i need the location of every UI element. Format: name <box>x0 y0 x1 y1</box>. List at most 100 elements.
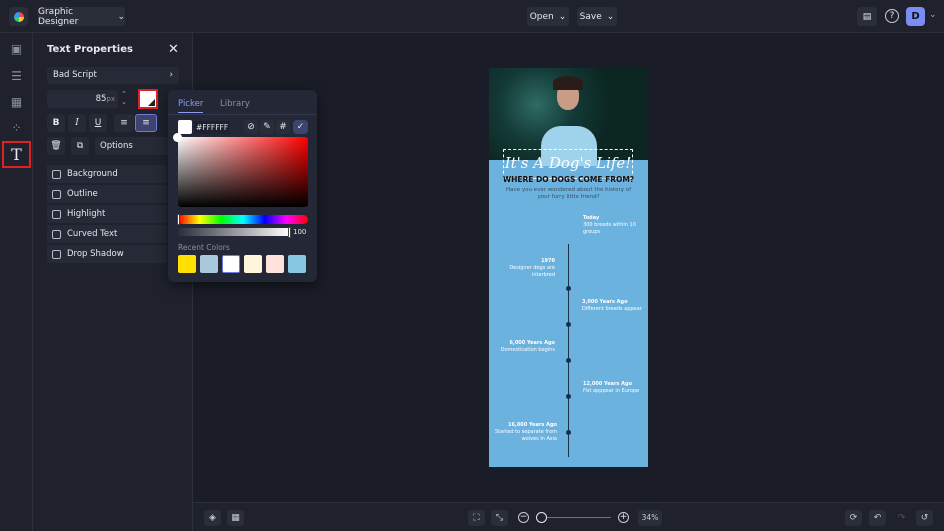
no-color-icon[interactable]: ⊘ <box>244 120 258 134</box>
timeline-dot <box>566 358 571 363</box>
zoom-slider-handle[interactable] <box>535 512 547 523</box>
outline-checkbox[interactable]: Outline <box>47 185 167 203</box>
zoom-out-icon[interactable]: − <box>518 512 529 523</box>
confirm-check-icon[interactable]: ✓ <box>293 120 308 134</box>
recent-color-swatch[interactable] <box>200 255 218 273</box>
close-icon[interactable]: ✕ <box>168 42 179 57</box>
open-button[interactable]: Open ⌄ <box>527 7 569 26</box>
fit-screen-icon[interactable]: ⛶ <box>468 510 485 526</box>
chevron-right-icon: › <box>169 70 173 80</box>
divider <box>168 114 317 115</box>
bold-button[interactable]: B <box>47 114 65 132</box>
font-selector[interactable]: Bad Script › <box>47 67 179 84</box>
avatar[interactable]: D <box>906 7 925 26</box>
infographic-canvas[interactable]: It's A Dog's Life! WHERE DO DOGS COME FR… <box>489 68 648 467</box>
underline-button[interactable]: U <box>89 114 107 132</box>
color-picker-popup: Picker Library #FFFFFF ⊘ ✎ # ✓ 100 Recen… <box>168 90 317 282</box>
duplicate-button[interactable]: ⧉ <box>71 137 89 155</box>
curved-text-checkbox[interactable]: Curved Text <box>47 225 167 243</box>
zoom-level: 34% <box>638 510 662 526</box>
timeline-event: 3,000 Years Ago Different breeds appear <box>582 299 642 312</box>
chevron-down-icon: ⌄ <box>558 11 567 22</box>
save-button[interactable]: Save ⌄ <box>577 7 617 26</box>
adjustments-icon[interactable]: ☰ <box>8 69 25 86</box>
recent-color-swatch[interactable] <box>288 255 306 273</box>
top-bar: Graphic Designer ⌄ Open ⌄ Save ⌄ ▤ ? D ⌄ <box>0 0 944 33</box>
checkbox-label: Curved Text <box>67 229 118 239</box>
hue-slider[interactable] <box>178 215 308 224</box>
font-size-input[interactable]: 85px <box>47 90 118 108</box>
recent-color-swatch[interactable] <box>266 255 284 273</box>
zoom-in-icon[interactable]: + <box>618 512 629 523</box>
refresh-icon[interactable]: ⟳ <box>845 510 862 526</box>
save-label: Save <box>579 11 602 22</box>
recent-colors <box>178 255 306 273</box>
timeline-dot <box>566 430 571 435</box>
hue-handle[interactable] <box>177 214 180 225</box>
opacity-slider[interactable] <box>178 228 290 236</box>
checkbox-label: Outline <box>67 189 98 199</box>
tab-library[interactable]: Library <box>220 99 250 109</box>
chevron-down-icon: ⌄ <box>606 11 615 22</box>
opacity-handle[interactable] <box>288 227 291 238</box>
grid-icon[interactable]: # <box>276 120 290 134</box>
layers-icon[interactable]: ◈ <box>204 510 221 526</box>
recent-colors-label: Recent Colors <box>178 243 230 252</box>
checkbox-label: Highlight <box>67 209 106 219</box>
recent-color-swatch[interactable] <box>222 255 240 273</box>
delete-button[interactable]: 🗑 <box>47 137 65 155</box>
text-tool-icon[interactable]: T <box>2 141 31 168</box>
chevron-down-icon: ⌄ <box>117 11 125 22</box>
font-size-unit: px <box>106 95 115 103</box>
redo-icon[interactable]: ↷ <box>893 510 910 526</box>
recent-color-swatch[interactable] <box>178 255 196 273</box>
checkbox-label: Background <box>67 169 118 179</box>
left-rail: ▣ ☰ ▦ ⁘ T <box>0 33 33 531</box>
timeline-dot <box>566 322 571 327</box>
undo-icon[interactable]: ↶ <box>869 510 886 526</box>
text-color-swatch[interactable] <box>138 89 158 109</box>
timeline-event: 16,000 Years Ago Started to separate from… <box>495 422 557 442</box>
chevron-down-icon[interactable]: ⌄ <box>929 10 937 20</box>
saturation-area[interactable] <box>178 137 308 207</box>
italic-button[interactable]: I <box>68 114 86 132</box>
timeline-event: 12,000 Years Ago Fist apppear in Europe <box>583 381 640 394</box>
saturation-handle[interactable] <box>173 133 182 142</box>
open-label: Open <box>529 11 554 22</box>
shrink-icon[interactable]: ⤡ <box>491 510 508 526</box>
panel-title: Text Properties <box>47 44 133 55</box>
recent-color-swatch[interactable] <box>244 255 262 273</box>
subtitle: WHERE DO DOGS COME FROM? <box>502 175 635 184</box>
intro-text: Have you ever wondered about the history… <box>505 187 632 200</box>
timeline-event: Today 300 breeds within 10 groups <box>583 215 636 235</box>
font-size-stepper[interactable]: ⌃ ⌄ <box>121 90 127 106</box>
comments-icon[interactable]: ▤ <box>857 7 877 26</box>
bottom-toolbar: ◈ ▦ ⛶ ⤡ − + 34% ⟳ ↶ ↷ ↺ <box>193 502 944 531</box>
align-left-button[interactable]: ≡ <box>114 114 134 132</box>
image-icon[interactable]: ▣ <box>8 42 25 59</box>
highlight-checkbox[interactable]: Highlight <box>47 205 167 223</box>
grid-view-icon[interactable]: ▦ <box>227 510 244 526</box>
options-dropdown[interactable]: Options <box>95 137 175 155</box>
help-icon[interactable]: ? <box>885 9 899 23</box>
timeline-event: 1970 Designer dogs are interbred <box>509 258 555 278</box>
template-icon[interactable]: ▦ <box>8 95 25 112</box>
drop-shadow-checkbox[interactable]: Drop Shadow <box>47 245 167 263</box>
elements-icon[interactable]: ⁘ <box>8 121 25 138</box>
zoom-slider[interactable] <box>537 517 611 518</box>
align-center-button[interactable]: ≡ <box>135 114 157 132</box>
hex-input[interactable]: #FFFFFF <box>194 121 230 134</box>
timeline-line <box>568 244 570 457</box>
timeline-dot <box>566 286 571 291</box>
timeline-dot <box>566 394 571 399</box>
app-logo[interactable] <box>9 7 28 26</box>
background-checkbox[interactable]: Background <box>47 165 167 183</box>
app-dropdown[interactable]: Graphic Designer ⌄ <box>38 6 125 27</box>
app-dropdown-label: Graphic Designer <box>38 6 79 27</box>
eyedropper-icon[interactable]: ✎ <box>260 120 274 134</box>
photo <box>489 68 648 166</box>
tab-picker[interactable]: Picker <box>178 99 204 113</box>
font-name: Bad Script <box>53 70 97 80</box>
current-color-swatch <box>178 120 192 134</box>
history-icon[interactable]: ↺ <box>916 510 933 526</box>
